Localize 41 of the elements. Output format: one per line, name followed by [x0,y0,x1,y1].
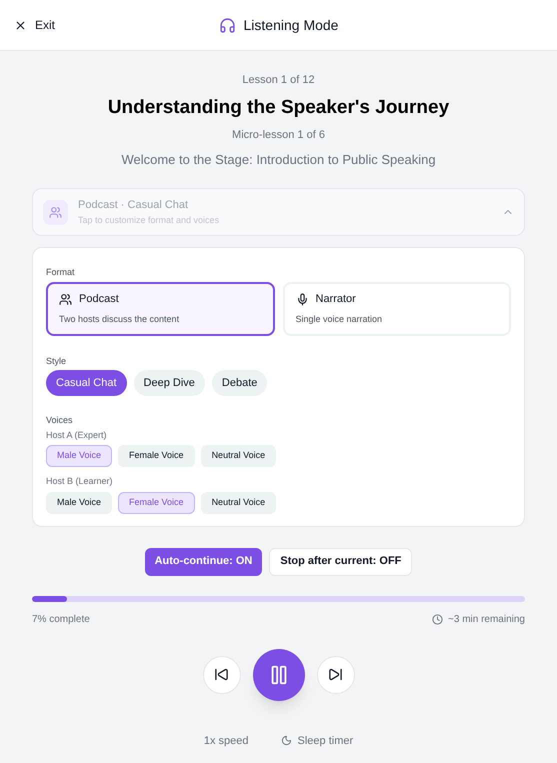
voice-chip[interactable]: Female Voice [118,492,195,514]
toggle-button[interactable]: Auto-continue: ON [144,548,262,576]
micro-lesson-title: Welcome to the Stage: Introduction to Public Speaking [121,150,436,169]
headphones-icon [218,16,236,34]
next-button[interactable] [316,656,354,694]
style-chip[interactable]: Debate [212,370,268,396]
section-label: Voices [46,414,74,427]
voice-chip[interactable]: Female Voice [118,445,195,467]
format-option[interactable]: Narrator Single voice narration [282,282,511,336]
section-label: Format [46,266,76,279]
toggle-button[interactable]: Stop after current: OFF [269,548,412,576]
sleep-timer-button[interactable]: Sleep timer [280,732,354,749]
previous-button[interactable] [202,656,240,694]
format-option[interactable]: Podcast Two hosts discuss the content [46,282,274,336]
host-label: Host B (Learner) [46,475,114,488]
users-icon [43,200,68,224]
section-label: Style [46,354,68,368]
close-icon [14,18,27,32]
style-chip[interactable]: Casual Chat [46,370,127,396]
lesson-title: Understanding the Speaker's Journey [108,96,450,120]
users-icon [59,292,72,306]
voice-chip[interactable]: Neutral Voice [200,445,276,467]
remaining-time: ~3 min remaining [448,612,525,626]
voice-chip[interactable]: Neutral Voice [200,492,276,514]
style-chip[interactable]: Deep Dive [134,370,205,396]
clock-icon [432,614,444,624]
voice-chip[interactable]: Male Voice [46,445,112,467]
speed-button[interactable]: 1x speed [204,732,248,749]
microphone-icon [296,292,308,306]
lesson-counter: Lesson 1 of 12 [242,73,315,88]
summary-title: Podcast · Casual Chat [78,198,188,213]
micro-lesson-counter: Micro-lesson 1 of 6 [232,128,325,143]
exit-button[interactable]: Exit [14,16,56,34]
skip-forward-icon [328,667,343,682]
summary-hint: Tap to customize format and voices [78,214,220,227]
voice-chip[interactable]: Male Voice [46,492,112,514]
host-label: Host A (Expert) [46,428,108,442]
page-title: Listening Mode [244,16,338,35]
progress-text: 7% complete [32,612,90,626]
skip-back-icon [214,667,229,682]
moon-icon [280,735,292,746]
